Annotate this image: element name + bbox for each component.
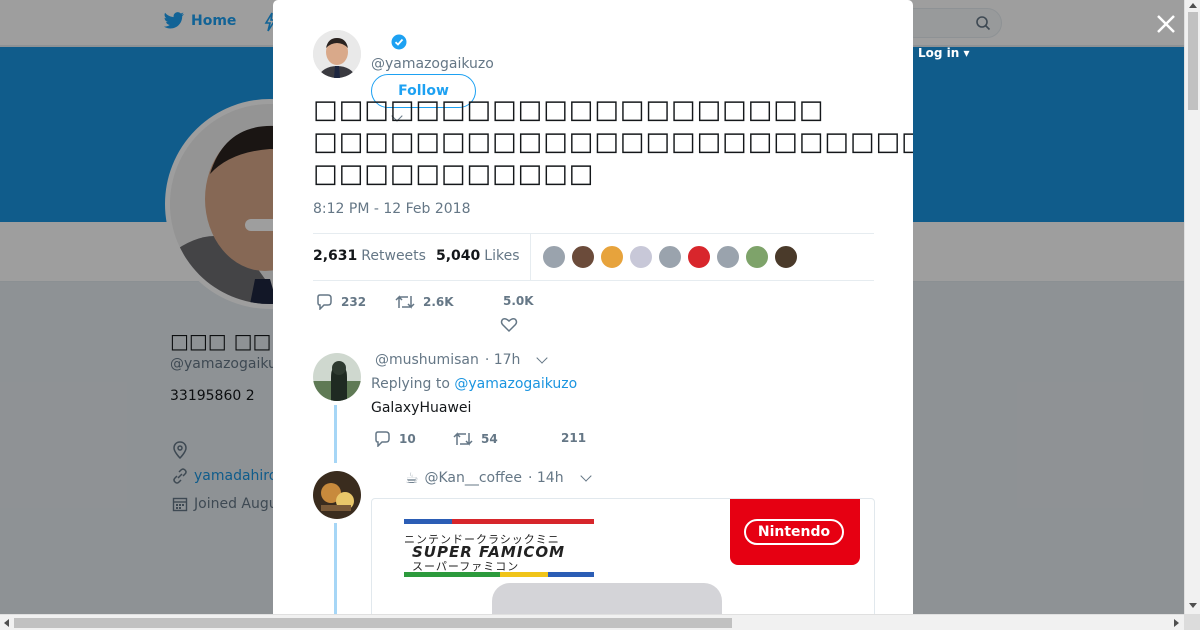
verified-badge-icon: [391, 34, 407, 54]
reply-avatar[interactable]: [313, 353, 361, 401]
scrollbar-corner: [1184, 614, 1200, 630]
horizontal-scroll-thumb[interactable]: [14, 618, 732, 628]
tweet-text-line-2: □□□□□□□□□□□□□□□□□□□□□□□□□□□□□□□□□□□□□□□□…: [313, 127, 913, 157]
reply-icon: [375, 431, 390, 447]
reply-avatar[interactable]: [313, 471, 361, 519]
reply-time[interactable]: · 14h: [528, 470, 564, 486]
horizontal-scrollbar[interactable]: [0, 614, 1184, 630]
retweet-count: 2.6K: [423, 295, 454, 309]
likes-stat[interactable]: 5,040 Likes: [436, 248, 520, 264]
nintendo-badge: Nintendo: [730, 499, 860, 565]
reply-handle[interactable]: @mushumisan: [375, 352, 479, 368]
liker-avatar[interactable]: [687, 245, 711, 269]
author-avatar[interactable]: [313, 30, 361, 78]
retweets-stat[interactable]: 2,631 Retweets: [313, 248, 426, 264]
thread-line: [334, 405, 337, 463]
close-modal-button[interactable]: [1154, 12, 1178, 36]
stats-divider: [530, 234, 531, 280]
liker-avatar[interactable]: [774, 245, 798, 269]
author-handle[interactable]: @yamazogaikuzo: [371, 56, 494, 72]
reply-text: GalaxyHuawei: [371, 400, 472, 416]
liker-avatar[interactable]: [745, 245, 769, 269]
reply-media-image[interactable]: ニンテンドークラシックミニ SUPER FAMICOM スーパーファミコン Ni…: [371, 498, 875, 614]
tweet-stats: 2,631 Retweets 5,040 Likes: [313, 233, 874, 281]
chevron-down-icon[interactable]: [536, 352, 549, 364]
reply-like-button[interactable]: 211: [561, 431, 586, 445]
reply-actions: 10 54 211: [371, 431, 671, 451]
liker-avatar[interactable]: [571, 245, 595, 269]
liker-avatar[interactable]: [600, 245, 624, 269]
liker-avatar[interactable]: [629, 245, 653, 269]
reply-retweet-count: 54: [481, 432, 498, 446]
scroll-right-arrow-icon[interactable]: [1174, 619, 1179, 627]
reply-retweet-button[interactable]: 54: [453, 431, 498, 447]
liker-avatars: [542, 245, 798, 269]
coffee-icon: ☕: [405, 469, 419, 487]
reply-reply-button[interactable]: 10: [373, 431, 416, 447]
tweet-text-line-1: □□□□□□□□□□□□□□□□□□□□: [313, 95, 825, 125]
vertical-scrollbar[interactable]: [1184, 0, 1200, 614]
replying-to-link[interactable]: @yamazogaikuzo: [454, 376, 577, 392]
heart-icon: [500, 318, 518, 333]
liker-avatar[interactable]: [716, 245, 740, 269]
reply-button[interactable]: 232: [315, 294, 366, 310]
tweet-timestamp[interactable]: 8:12 PM - 12 Feb 2018: [313, 201, 471, 217]
scroll-up-arrow-icon[interactable]: [1189, 3, 1197, 8]
reply-time[interactable]: · 17h: [485, 352, 521, 368]
liker-avatar[interactable]: [542, 245, 566, 269]
like-button[interactable]: [500, 317, 518, 333]
reply-reply-count: 10: [399, 432, 416, 446]
reply-header: @mushumisan · 17h: [371, 352, 549, 368]
tweet-text-line-3: □□□□□□□□□□□: [313, 159, 595, 189]
retweets-label: Retweets: [361, 248, 426, 264]
replying-to-prefix: Replying to: [371, 376, 450, 392]
vertical-scroll-thumb[interactable]: [1188, 12, 1198, 110]
reply-handle[interactable]: @Kan__coffee: [424, 470, 522, 486]
close-icon: [1157, 15, 1175, 33]
retweet-icon: [453, 432, 473, 446]
retweet-icon: [395, 295, 415, 309]
retweet-button[interactable]: 2.6K: [395, 294, 454, 310]
likes-label: Likes: [484, 248, 520, 264]
retweets-count: 2,631: [313, 248, 358, 264]
reply-like-count: 211: [561, 431, 587, 445]
tweet-modal: @yamazogaikuzo Follow □□□□□□□□□□□□□□□□□□…: [273, 0, 913, 614]
replying-to: Replying to @yamazogaikuzo: [371, 376, 577, 392]
scroll-left-arrow-icon[interactable]: [4, 619, 9, 627]
reply-icon: [317, 294, 332, 310]
login-link[interactable]: Log in ▾: [918, 46, 970, 60]
media-text-line-3: スーパーファミコン: [412, 560, 520, 573]
nintendo-logo: Nintendo: [744, 519, 844, 545]
thread-line: [334, 523, 337, 614]
scroll-down-arrow-icon[interactable]: [1189, 603, 1197, 608]
chevron-down-icon[interactable]: [579, 470, 592, 482]
console-image: [492, 583, 722, 614]
liker-avatar[interactable]: [658, 245, 682, 269]
tweet-actions: 232 2.6K 5.0K: [313, 293, 613, 333]
reply-header: ☕ @Kan__coffee · 14h: [371, 469, 592, 487]
reply-count: 232: [341, 295, 367, 309]
likes-count: 5,040: [436, 248, 481, 264]
like-count-label: 5.0K: [503, 294, 534, 308]
